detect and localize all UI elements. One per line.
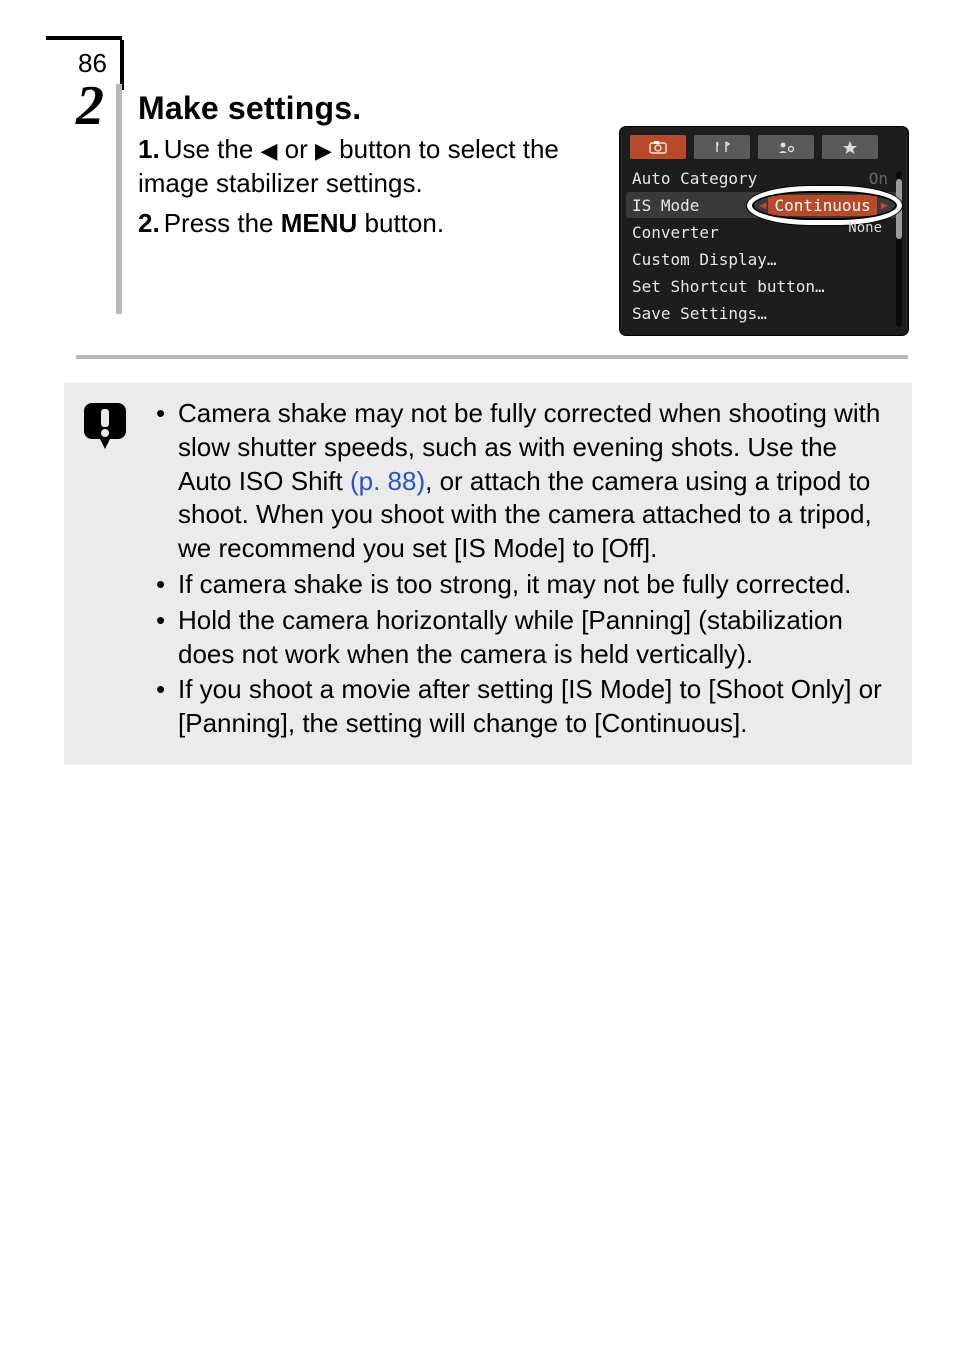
step-number-cell: 2 [76, 90, 134, 135]
step-block: 2 Make settings. 1.Use the ◀ or ▶ button… [76, 90, 908, 335]
page-number-block: 86 [76, 36, 908, 90]
camera-tab-4 [822, 135, 878, 159]
person-gear-icon [777, 140, 795, 154]
menu-row-custom-display: Custom Display… [626, 246, 902, 272]
camera-tab-2 [694, 135, 750, 159]
converter-label: Converter [632, 223, 719, 242]
step-heading: Make settings. [138, 90, 908, 127]
step-number: 2 [76, 75, 104, 137]
step-bottom-rule [76, 355, 908, 359]
substep1-num: 1. [138, 134, 160, 164]
is-mode-chev-left-icon: ◀ [759, 198, 766, 212]
substep2-a: Press the [164, 208, 281, 238]
substep2-num: 2. [138, 208, 160, 238]
menu-row-auto-category: Auto Category On [626, 165, 902, 191]
right-arrow-icon: ▶ [315, 138, 332, 163]
page-number-stub [120, 40, 124, 90]
substep1-a: Use the [164, 134, 261, 164]
left-arrow-icon: ◀ [261, 138, 278, 163]
step-substep-2: 2.Press the MENU button. [138, 207, 596, 241]
caution-item-2: If camera shake is too strong, it may no… [156, 568, 894, 602]
is-mode-value-wrap: ◀ Continuous ▶ None [759, 195, 888, 216]
substep2-b: button. [357, 208, 444, 238]
caution-item-1: Camera shake may not be fully corrected … [156, 397, 894, 566]
caution1-link[interactable]: (p. 88) [350, 466, 425, 496]
tools-icon [714, 140, 730, 154]
star-icon [842, 140, 858, 154]
substep1-b: or [277, 134, 315, 164]
is-mode-value: Continuous [768, 195, 876, 216]
custom-display-label: Custom Display… [632, 250, 777, 269]
camera-tab-3 [758, 135, 814, 159]
menu-row-is-mode: IS Mode ◀ Continuous ▶ None [626, 192, 902, 218]
caution-item-4: If you shoot a movie after setting [IS M… [156, 673, 894, 741]
camera-icon [649, 140, 667, 154]
is-mode-chev-right-icon: ▶ [881, 198, 888, 212]
auto-category-label: Auto Category [632, 169, 757, 188]
caution-icon [82, 401, 128, 454]
camera-menu-screenshot: Auto Category On IS Mode ◀ Continuous ▶ … [620, 127, 908, 335]
auto-category-value: On [869, 169, 888, 188]
step-substep-1: 1.Use the ◀ or ▶ button to select the im… [138, 133, 596, 201]
step-vertical-bar [116, 84, 122, 314]
camera-tab-1 [630, 135, 686, 159]
save-settings-label: Save Settings… [632, 304, 767, 323]
step-instructions: 1.Use the ◀ or ▶ button to select the im… [138, 127, 596, 246]
step-body: Make settings. 1.Use the ◀ or ▶ button t… [134, 90, 908, 335]
caution-list: Camera shake may not be fully corrected … [156, 397, 894, 743]
converter-value: None [848, 220, 882, 236]
page-top-rule [46, 36, 122, 40]
shortcut-label: Set Shortcut button… [632, 277, 825, 296]
camera-menu-scrollbar [896, 171, 902, 327]
camera-tab-bar [626, 133, 902, 165]
caution-box: Camera shake may not be fully corrected … [64, 383, 912, 765]
is-mode-label: IS Mode [632, 196, 699, 215]
menu-word: MENU [281, 208, 358, 238]
caution-item-3: Hold the camera horizontally while [Pann… [156, 604, 894, 672]
menu-row-shortcut: Set Shortcut button… [626, 273, 902, 299]
menu-row-save-settings: Save Settings… [626, 300, 902, 326]
